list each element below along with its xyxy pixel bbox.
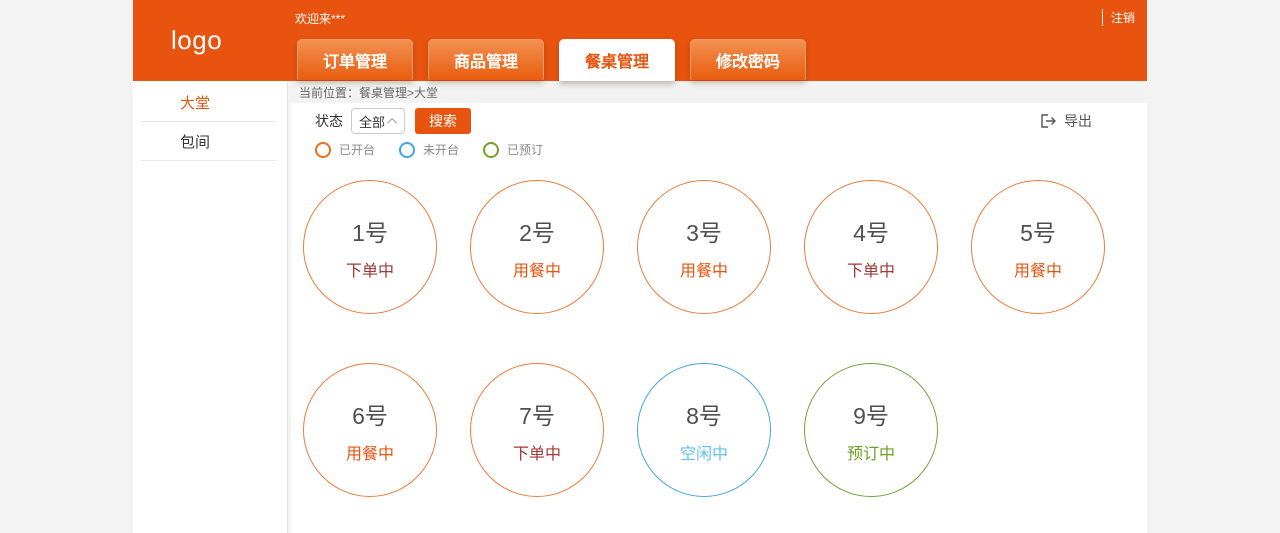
sidebar-item-private-room[interactable]: 包间 (141, 122, 277, 161)
legend-label: 未开台 (423, 143, 460, 157)
table-name: 6号 (352, 402, 388, 429)
table-status: 用餐中 (512, 262, 561, 280)
export-button[interactable]: 导出 (1041, 111, 1092, 131)
status-select-value: 全部 (359, 114, 386, 130)
tab-table-management[interactable]: 餐桌管理 (559, 39, 675, 81)
status-label: 状态 (315, 113, 343, 129)
table-row: 1号 下单中 2号 用餐中 3号 用餐中 4号 下单中 5号 用餐中 (303, 180, 1135, 314)
body: 大堂 包间 当前位置：餐桌管理>大堂 状态 全部 搜索 导出 已开台 未开台 已… (133, 81, 1147, 533)
table-name: 2号 (519, 219, 555, 246)
legend-label: 已开台 (339, 143, 376, 157)
table-8[interactable]: 8号 空闲中 (637, 363, 771, 497)
legend-item-not-opened: 未开台 (399, 141, 459, 158)
search-button[interactable]: 搜索 (415, 108, 472, 134)
table-status: 用餐中 (679, 262, 728, 280)
table-status: 用餐中 (1013, 262, 1062, 280)
tab-change-password[interactable]: 修改密码 (690, 39, 806, 80)
main-nav: 订单管理 商品管理 餐桌管理 修改密码 (297, 39, 806, 81)
table-name: 9号 (853, 402, 889, 429)
header: logo 欢迎来*** 注销 订单管理 商品管理 餐桌管理 修改密码 (133, 0, 1147, 81)
table-row: 6号 用餐中 7号 下单中 8号 空闲中 9号 预订中 (303, 363, 1135, 497)
logo: logo (171, 25, 223, 55)
opened-circle-icon (315, 141, 331, 158)
not-opened-circle-icon (399, 141, 416, 158)
table-status: 用餐中 (345, 445, 394, 463)
content: 当前位置：餐桌管理>大堂 状态 全部 搜索 导出 已开台 未开台 已预订 1号 … (291, 81, 1147, 533)
table-name: 1号 (352, 219, 388, 246)
table-status: 下单中 (512, 445, 561, 463)
table-1[interactable]: 1号 下单中 (303, 180, 437, 314)
reserved-circle-icon (483, 141, 500, 158)
export-label: 导出 (1064, 113, 1092, 129)
sidebar: 大堂 包间 (133, 81, 288, 533)
filter-row: 状态 全部 搜索 导出 (315, 108, 1135, 134)
status-select[interactable]: 全部 (351, 108, 406, 134)
welcome-text: 欢迎来*** (295, 12, 346, 26)
table-panel: 状态 全部 搜索 导出 已开台 未开台 已预订 1号 下单中 2号 用餐中 3号… (291, 103, 1147, 533)
table-2[interactable]: 2号 用餐中 (470, 180, 604, 314)
tab-product-management[interactable]: 商品管理 (428, 39, 544, 80)
table-7[interactable]: 7号 下单中 (470, 363, 604, 497)
table-3[interactable]: 3号 用餐中 (637, 180, 771, 314)
app-window: logo 欢迎来*** 注销 订单管理 商品管理 餐桌管理 修改密码 大堂 包间… (133, 0, 1147, 533)
legend-item-reserved: 已预订 (483, 141, 543, 158)
table-name: 4号 (853, 219, 889, 246)
table-status: 下单中 (345, 262, 394, 280)
breadcrumb: 当前位置：餐桌管理>大堂 (291, 81, 1147, 103)
chevron-up-icon (387, 117, 398, 128)
table-5[interactable]: 5号 用餐中 (971, 180, 1105, 314)
export-icon (1041, 114, 1056, 128)
legend-item-opened: 已开台 (315, 141, 375, 158)
table-4[interactable]: 4号 下单中 (804, 180, 938, 314)
table-name: 8号 (686, 402, 722, 429)
table-status: 空闲中 (679, 445, 728, 463)
sidebar-item-lobby[interactable]: 大堂 (141, 83, 277, 122)
status-legend: 已开台 未开台 已预订 (315, 141, 1135, 158)
table-status: 下单中 (846, 262, 895, 280)
table-status: 预订中 (846, 445, 895, 463)
legend-label: 已预订 (507, 143, 544, 157)
table-6[interactable]: 6号 用餐中 (303, 363, 437, 497)
tab-order-management[interactable]: 订单管理 (297, 39, 413, 80)
table-name: 7号 (519, 402, 555, 429)
table-name: 3号 (686, 219, 722, 246)
table-9[interactable]: 9号 预订中 (804, 363, 938, 497)
logout-link[interactable]: 注销 (1101, 9, 1135, 26)
table-name: 5号 (1020, 219, 1056, 246)
